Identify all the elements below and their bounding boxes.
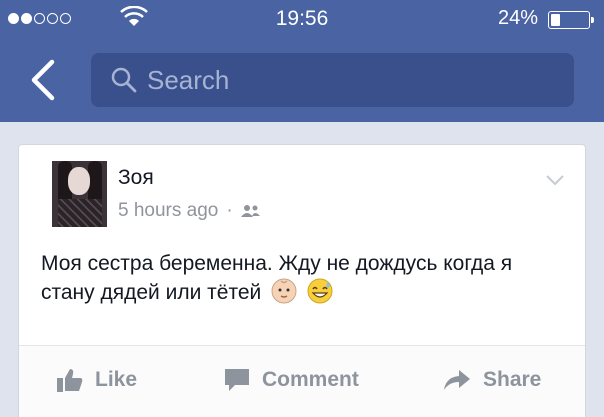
grinning-sweat-icon [307, 278, 333, 304]
comment-button[interactable]: Comment [224, 368, 359, 392]
search-input[interactable]: Search [91, 53, 574, 107]
comment-label: Comment [262, 368, 359, 391]
chevron-left-icon[interactable] [26, 58, 60, 102]
avatar[interactable] [52, 161, 107, 227]
battery-icon [548, 11, 594, 29]
meta-separator: · [226, 200, 233, 221]
share-arrow-icon [444, 370, 470, 390]
post-actions: Like Comment Share [19, 345, 585, 417]
post-meta: 5 hours ago · [118, 200, 261, 222]
friends-icon [240, 205, 260, 217]
navigation-header: 19:56 24% Search [0, 0, 604, 122]
share-label: Share [483, 368, 542, 391]
post-body: Моя сестра беременна. Жду не дождусь ког… [41, 249, 561, 307]
battery-percentage: 24% [497, 7, 538, 29]
post-card: Зоя 5 hours ago · Моя сестра беременна. … [18, 144, 586, 417]
share-button[interactable]: Share [443, 368, 541, 392]
like-button[interactable]: Like [57, 368, 137, 392]
comment-icon [225, 369, 249, 391]
thumbs-up-icon [57, 369, 83, 392]
search-icon [111, 67, 137, 93]
post-timestamp[interactable]: 5 hours ago [118, 200, 218, 222]
status-bar: 19:56 24% [0, 0, 604, 38]
chevron-down-icon[interactable] [545, 173, 565, 187]
baby-face-icon [271, 278, 297, 304]
author-name[interactable]: Зоя [118, 166, 154, 190]
search-placeholder: Search [147, 64, 230, 95]
like-label: Like [95, 368, 138, 391]
